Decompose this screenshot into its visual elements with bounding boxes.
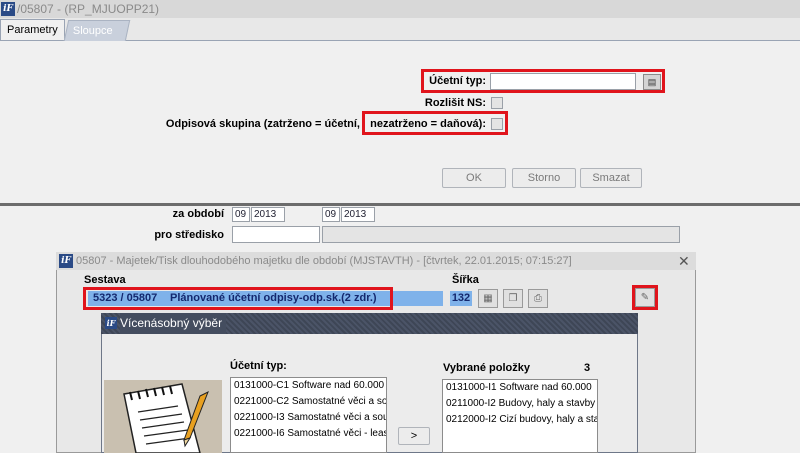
odpisova-skupina-label-2: nezatrženo = daňová): (370, 118, 486, 130)
rozlisit-ns-checkbox[interactable] (491, 97, 503, 109)
sestava-label: Sestava (84, 274, 126, 286)
list-icon: ▤ (647, 77, 657, 87)
move-right-button[interactable]: > (398, 427, 430, 445)
report-window-titlebar: iF 05807 - Majetek/Tisk dlouhodobého maj… (56, 252, 696, 270)
highlight-sestava (83, 287, 393, 310)
app-logo-icon: iF (59, 254, 73, 268)
tab-strip: Parametry Sloupce (0, 18, 800, 41)
window-titlebar: iF /05807 - (RP_MJUOPP21) (0, 0, 800, 19)
smazat-button[interactable]: Smazat (580, 168, 642, 188)
to-month-field[interactable]: 09 (322, 207, 340, 222)
list-item[interactable]: 0131000-I1 Software nad 60.000 (443, 380, 597, 396)
rozlisit-ns-label: Rozlišit NS: (424, 97, 486, 109)
report-window-title: 05807 - Majetek/Tisk dlouhodobého majetk… (76, 255, 572, 267)
za-obdobi-label: za období (172, 208, 224, 220)
edit-icon[interactable]: ✎ (635, 288, 655, 307)
tab-label: Sloupce (72, 25, 113, 37)
ucetni-typ-label: Účetní typ: (429, 75, 486, 87)
dialog-title: Vícenásobný výběr (120, 313, 227, 334)
sirka-value[interactable]: 132 (450, 291, 472, 306)
list-of-values-button[interactable]: ▤ (643, 74, 661, 90)
tab-sloupce[interactable]: Sloupce (63, 20, 131, 41)
storno-button[interactable]: Storno (512, 168, 576, 188)
print-preview-icon[interactable]: ⎙ (528, 289, 548, 308)
list-item[interactable]: 0211000-I2 Budovy, haly a stavby (443, 396, 597, 412)
selected-items-list[interactable]: 0131000-I1 Software nad 60.000 0211000-I… (442, 379, 598, 453)
tab-parametry[interactable]: Parametry (0, 19, 65, 40)
from-month-field[interactable]: 09 (232, 207, 250, 222)
sirka-label: Šířka (452, 274, 479, 286)
list-item[interactable]: 0212000-I2 Cizí budovy, haly a stavby (443, 412, 597, 428)
window-title: /05807 - (RP_MJUOPP21) (17, 2, 160, 16)
notepad-illustration-icon (104, 380, 222, 453)
to-year-field[interactable]: 2013 (341, 207, 375, 222)
ucetni-typ-input[interactable] (490, 73, 636, 90)
sheet-icon[interactable]: ▦ (478, 289, 498, 308)
left-list-label: Účetní typ: (230, 360, 287, 372)
pro-stredisko-label: pro středisko (154, 229, 224, 241)
odpisova-skupina-label: Odpisová skupina (zatrženo = účetní, (165, 118, 360, 130)
selected-count: 3 (584, 362, 591, 374)
app-logo-icon: iF (1, 2, 15, 16)
app-logo-icon: iF (105, 317, 117, 329)
list-item[interactable]: 0131000-C1 Software nad 60.000 (231, 378, 386, 394)
available-items-list[interactable]: 0131000-C1 Software nad 60.000 0221000-C… (230, 377, 387, 453)
list-item[interactable]: 0221000-I3 Samostatné věci a soubory (231, 410, 386, 426)
odpisova-skupina-checkbox[interactable] (491, 118, 503, 130)
list-item[interactable]: 0221000-I6 Samostatné věci - leasing (231, 426, 386, 442)
list-item[interactable]: 0221000-C2 Samostatné věci a soubory (231, 394, 386, 410)
stredisko-code-field[interactable] (232, 226, 320, 243)
from-year-field[interactable]: 2013 (251, 207, 285, 222)
close-icon[interactable]: ✕ (678, 252, 690, 270)
tab-label: Parametry (7, 24, 58, 36)
document-copy-icon[interactable]: ❐ (503, 289, 523, 308)
ok-button[interactable]: OK (442, 168, 506, 188)
dialog-titlebar: iF Vícenásobný výběr (101, 313, 638, 334)
stredisko-name-field (322, 226, 680, 243)
right-list-label: Vybrané položky (443, 362, 531, 374)
